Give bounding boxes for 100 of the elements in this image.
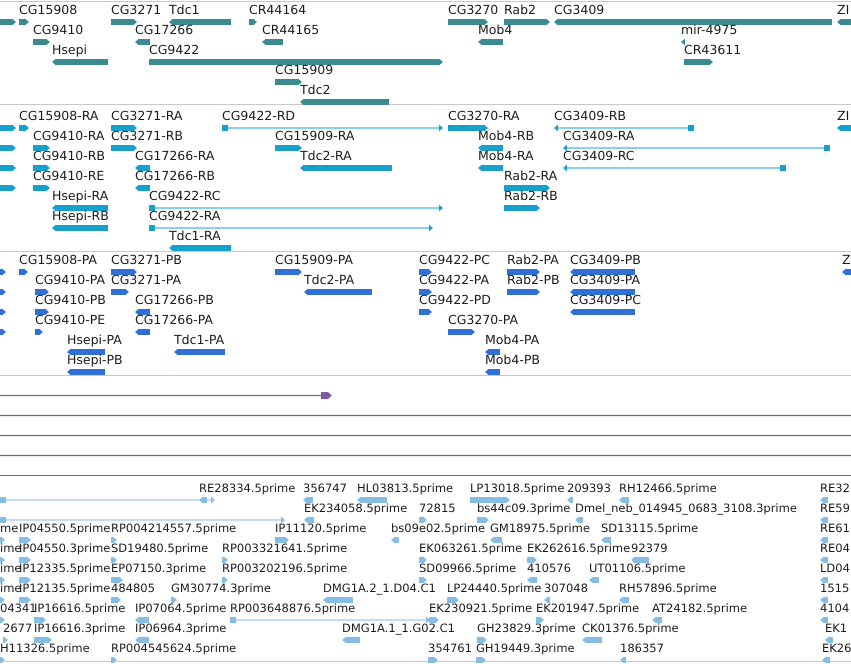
feature-label: 307048 (544, 581, 588, 595)
feature-label: CG17266-RB (135, 169, 215, 183)
feature-label: Rab2-PA (507, 253, 559, 267)
feature-label: SD09966.5prime (419, 561, 516, 575)
feature-label: ime (0, 581, 22, 595)
feature-label: 2677 (3, 621, 32, 635)
feature-label: CK01376.5prime (582, 621, 679, 635)
feature-label: CG3409-PB (570, 253, 641, 267)
feature-label: CG3271-PB (111, 253, 182, 267)
feature-label: Rab2-PB (507, 273, 560, 287)
feature-label: LD04 (820, 561, 850, 575)
feature-label: CG9410-RA (33, 129, 104, 143)
feature-label: CR43611 (684, 43, 742, 57)
feature-label: 354761 (428, 641, 472, 655)
feature-label: RE04 (820, 541, 850, 555)
feature-label: IP16616.5prime (34, 601, 126, 615)
feature-label: CG9422-PA (419, 273, 490, 287)
feature-label: ZI (837, 109, 850, 123)
feature-label: EK262616.5prime (527, 541, 630, 555)
feature-label: SD13115.5prime (601, 521, 698, 535)
feature-label: CG15908 (19, 3, 78, 17)
feature-label: LP24440.5prime (447, 581, 542, 595)
feature-label: CG3409-PC (570, 293, 642, 307)
feature-label: bs44c09.3prime (477, 501, 570, 515)
feature-label: CG3409-RB (554, 109, 626, 123)
feature-label: Tdc1-RA (169, 229, 221, 243)
feature-label: Dmel_neb_014945_0683_3108.3prime (575, 501, 797, 515)
feature-label: CG3409-PA (570, 273, 640, 287)
feature-label: RP004545624.5prime (111, 641, 236, 655)
feature-label: CG9422 (149, 43, 200, 57)
feature-label: me (0, 521, 18, 535)
feature-label: CG9410 (33, 23, 84, 37)
feature-label: CG9410-PE (35, 313, 106, 327)
feature-label: CG17266-PA (135, 313, 213, 327)
feature-label: SD19480.5prime (111, 541, 208, 555)
feature-label: GM30774.3prime (171, 581, 271, 595)
feature-label: RH12466.5prime (619, 481, 717, 495)
feature-label: RE61 (820, 521, 850, 535)
feature-label: 186357 (620, 641, 664, 655)
feature-label: 92379 (631, 541, 668, 555)
feature-label: Hsepi-PA (67, 333, 122, 347)
feature-label: mir-4975 (681, 23, 738, 37)
feature-label: GH19449.3prime (476, 641, 575, 655)
feature-label: CG3409-RA (563, 129, 634, 143)
feature-label: 72815 (419, 501, 456, 515)
feature-label: AT24182.5prime (652, 601, 748, 615)
feature-label: Mob4 (478, 23, 512, 37)
feature-label: CG17266-PB (135, 293, 214, 307)
feature-label: Tdc2-RA (300, 149, 352, 163)
feature-label: Mob4-PA (485, 333, 540, 347)
feature-label: CG9410-RB (33, 149, 105, 163)
feature-label: RE59 (820, 501, 850, 515)
feature-label: CG9422-PC (419, 253, 490, 267)
feature-label: Hsepi-RA (52, 189, 108, 203)
feature-label: IP12335.5prime (19, 561, 110, 575)
feature-label: CG9410-RE (33, 169, 104, 183)
feature-label: CG9410-PB (35, 293, 106, 307)
feature-label: CG3271-PA (111, 273, 182, 287)
feature-label: CG3270-RA (448, 109, 520, 123)
feature-label: CG15908-PA (19, 253, 97, 267)
feature-label: Rab2-RA (504, 169, 558, 183)
feature-label: Mob4-RA (478, 149, 534, 163)
feature-label: CG17266-RA (135, 149, 214, 163)
feature-label: 1515 (820, 581, 850, 595)
feature-label: Tdc2-PA (304, 273, 354, 287)
feature-label: RP003202196.5prime (222, 561, 348, 575)
feature-label: LP13018.5prime (470, 481, 564, 495)
feature-label: Rab2 (504, 3, 536, 17)
feature-label: CG3409-RC (563, 149, 635, 163)
feature-label: DMG1A.2_1.D04.C1 (323, 581, 436, 595)
feature-label: CR44165 (262, 23, 320, 37)
feature-label: 209393 (567, 481, 611, 495)
feature-label: Rab2-RB (504, 189, 558, 203)
feature-label: IP11120.5prime (275, 521, 366, 535)
feature-label: HL03813.5prime (357, 481, 454, 495)
feature-label: CG15908-RA (19, 109, 98, 123)
feature-label: CG3271 (111, 3, 162, 17)
feature-label: EK26 (822, 641, 851, 655)
feature-label: Tdc1 (169, 3, 200, 17)
feature-label: CR44164 (249, 3, 306, 17)
feature-label: GH23829.3prime (477, 621, 576, 635)
feature-label: ime (0, 561, 22, 575)
feature-label: Mob4-RB (478, 129, 534, 143)
feature-label: IP12135.5prime (19, 581, 110, 595)
feature-label: CG15909-RA (275, 129, 354, 143)
feature-label: IP07064.5prime (135, 601, 226, 615)
feature-label: CG9422-RC (149, 189, 221, 203)
feature-label: CG9422-RD (222, 109, 296, 123)
feature-label: ZI (842, 253, 851, 267)
feature-label: RP003321641.5prime (222, 541, 348, 555)
feature-label: EK063261.5prime (419, 541, 522, 555)
feature-label: Tdc1-PA (174, 333, 224, 347)
feature-label: IP04550.3prime (19, 541, 110, 555)
feature-label: UT01106.5prime (589, 561, 686, 575)
feature-label: EK1 (825, 621, 848, 635)
feature-label: RP003648876.5prime (230, 601, 356, 615)
feature-label: 356747 (303, 481, 347, 495)
feature-label: IP16616.3prime (34, 621, 126, 635)
feature-label: bs09e02.5prime (391, 521, 486, 535)
feature-label: ZI (837, 3, 850, 17)
